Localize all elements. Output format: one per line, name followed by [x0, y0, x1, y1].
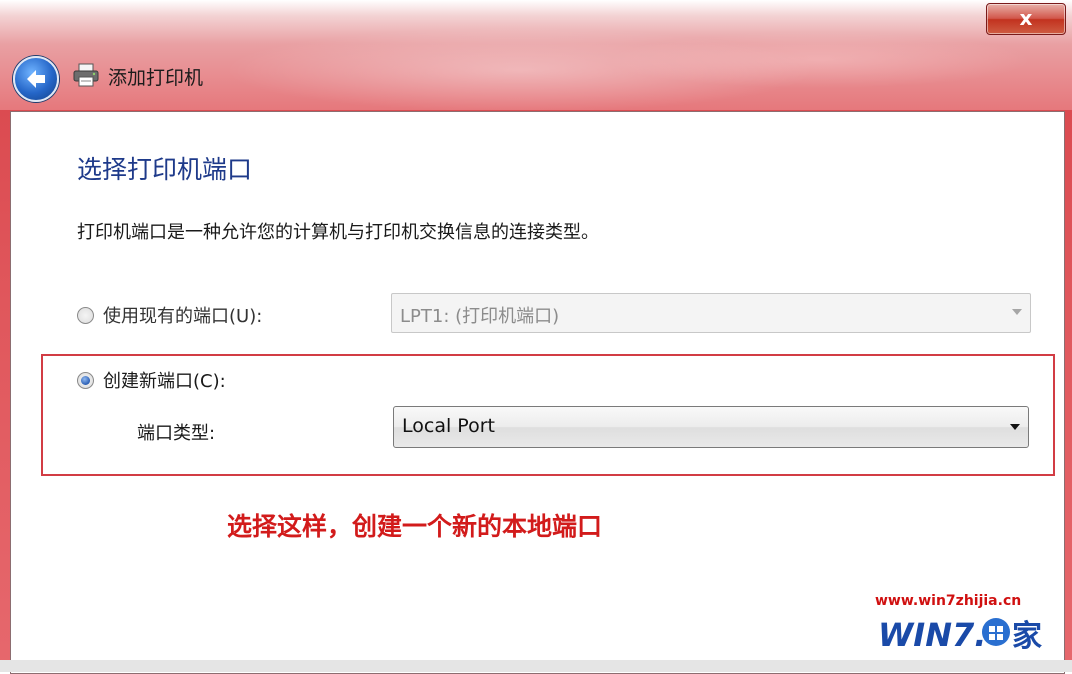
page-title: 选择打印机端口 — [77, 155, 253, 184]
annotation-text: 选择这样，创建一个新的本地端口 — [227, 512, 603, 541]
svg-text:WIN7.: WIN7. — [878, 616, 986, 654]
existing-port-select-value: LPT1: (打印机端口) — [400, 306, 560, 327]
port-type-select-value: Local Port — [402, 415, 495, 437]
chevron-down-icon — [1010, 424, 1020, 430]
window-title: 添加打印机 — [108, 67, 204, 89]
port-type-label: 端口类型: — [137, 423, 216, 444]
use-existing-port-radio[interactable] — [77, 307, 94, 324]
chevron-down-icon — [1012, 309, 1022, 315]
watermark-logo: WIN7. 家 — [878, 616, 1042, 654]
page-description: 打印机端口是一种允许您的计算机与打印机交换信息的连接类型。 — [77, 222, 599, 243]
svg-text:家: 家 — [1012, 619, 1042, 654]
create-new-port-label[interactable]: 创建新端口(C): — [103, 367, 226, 393]
close-button[interactable]: x — [986, 3, 1066, 35]
back-arrow-icon — [27, 70, 45, 88]
port-type-select[interactable]: Local Port — [393, 406, 1029, 448]
watermark-url: www.win7zhijia.cn — [875, 593, 1022, 609]
wizard-content: 选择打印机端口 打印机端口是一种允许您的计算机与打印机交换信息的连接类型。 使用… — [10, 111, 1065, 674]
window-frame: x 添加打印机 选择打印机端口 打印机端口是一种允许您的计算机与打印机交换信息的… — [0, 0, 1072, 674]
bottom-bar — [0, 660, 1072, 672]
back-button[interactable] — [13, 56, 59, 102]
printer-icon — [73, 63, 99, 87]
create-new-port-radio[interactable] — [77, 372, 94, 389]
use-existing-port-label[interactable]: 使用现有的端口(U): — [103, 302, 262, 328]
existing-port-select[interactable]: LPT1: (打印机端口) — [391, 293, 1031, 333]
